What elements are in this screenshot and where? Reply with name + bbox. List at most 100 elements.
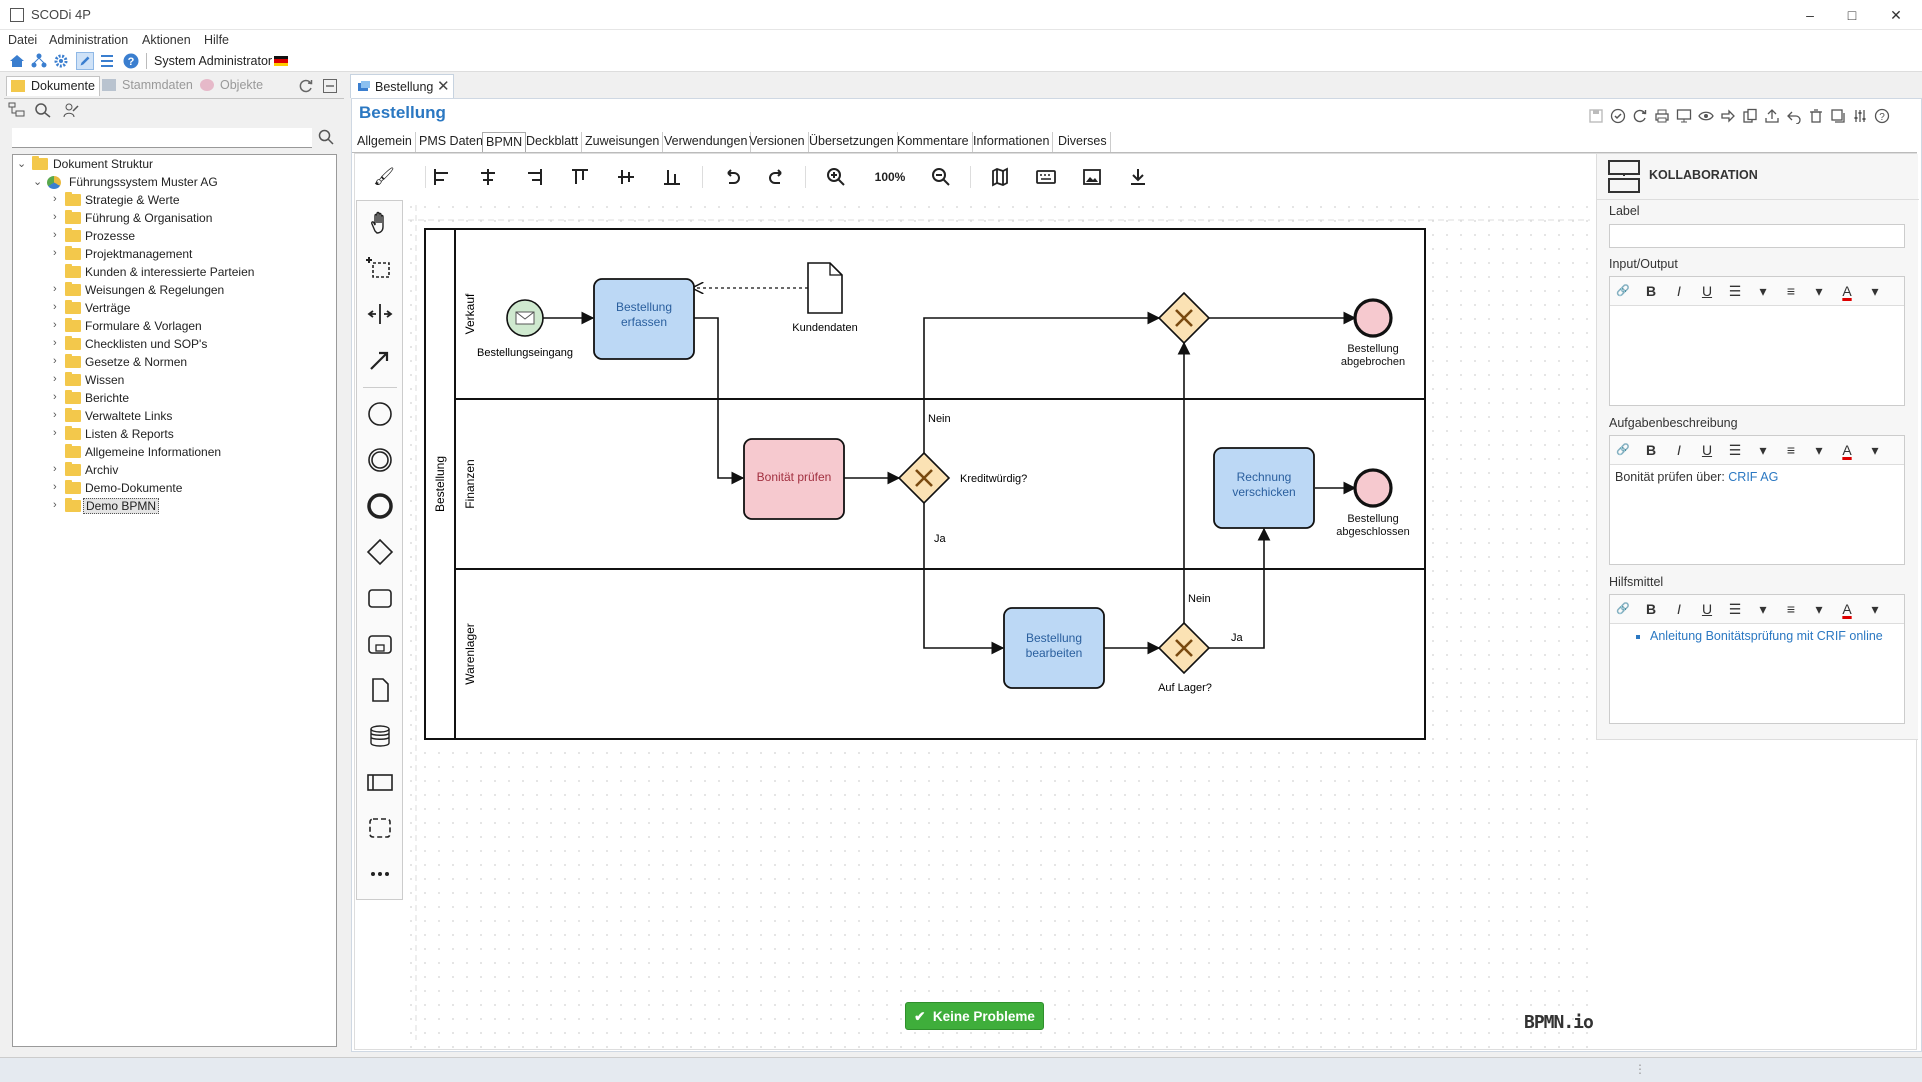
chevron-right-icon[interactable]: ›	[53, 319, 63, 331]
align-left-icon[interactable]	[428, 164, 456, 190]
bpmn-io-logo[interactable]: BPMN.io	[1524, 1012, 1594, 1033]
gateway-icon[interactable]	[365, 537, 395, 567]
align-top-icon[interactable]	[566, 164, 594, 190]
chevron-down-icon[interactable]: ▾	[1808, 599, 1830, 619]
menu-datei[interactable]: Datei	[8, 33, 37, 47]
tree-item[interactable]: › Demo BPMN	[13, 497, 333, 515]
chevron-right-icon[interactable]: ›	[53, 391, 63, 403]
zoom-in-icon[interactable]	[822, 164, 850, 190]
italic-button[interactable]: I	[1668, 440, 1690, 460]
align-right-icon[interactable]	[520, 164, 548, 190]
chevron-down-icon[interactable]: ▾	[1864, 599, 1886, 619]
tree-item[interactable]: › Gesetze & Normen	[13, 353, 333, 371]
tree-item[interactable]: › Checklisten und SOP's	[13, 335, 333, 353]
tree-item[interactable]: › Strategie & Werte	[13, 191, 333, 209]
tree-item[interactable]: › Berichte	[13, 389, 333, 407]
tree-item[interactable]: › Prozesse	[13, 227, 333, 245]
underline-button[interactable]: U	[1696, 281, 1718, 301]
tree-item[interactable]: › Demo-Dokumente	[13, 479, 333, 497]
bold-button[interactable]: B	[1640, 440, 1662, 460]
help-circle-icon[interactable]: ?	[1874, 108, 1890, 124]
label-input[interactable]	[1609, 224, 1905, 248]
minimap-icon[interactable]	[986, 164, 1014, 190]
forward-icon[interactable]	[1720, 108, 1736, 124]
sync-icon[interactable]	[1632, 108, 1648, 124]
pool-icon[interactable]	[365, 767, 395, 797]
chevron-down-icon[interactable]: ▾	[1864, 440, 1886, 460]
refresh-icon[interactable]	[298, 78, 314, 94]
chevron-right-icon[interactable]: ›	[53, 301, 63, 313]
search-icon[interactable]	[318, 129, 334, 145]
crif-link[interactable]: CRIF AG	[1728, 470, 1778, 484]
ordered-list-icon[interactable]: ☰	[1724, 440, 1746, 460]
link-icon[interactable]: 🔗	[1612, 599, 1634, 619]
connect-tool-icon[interactable]	[365, 345, 395, 375]
text-color-icon[interactable]: A	[1836, 281, 1858, 301]
underline-button[interactable]: U	[1696, 599, 1718, 619]
input-output-editor[interactable]: 🔗 B I U ☰ ▾ ≡ ▾ A ▾	[1609, 276, 1905, 406]
validation-status-button[interactable]: ✔ Keine Probleme	[905, 1002, 1044, 1030]
tree-item[interactable]: › Wissen	[13, 371, 333, 389]
chevron-down-icon[interactable]: ▾	[1808, 440, 1830, 460]
link-icon[interactable]: 🔗	[1612, 440, 1634, 460]
hilfsmittel-link[interactable]: Anleitung Bonitätsprüfung mit CRIF onlin…	[1650, 629, 1904, 643]
chevron-down-icon[interactable]: ▾	[1864, 281, 1886, 301]
hilfsmittel-editor[interactable]: 🔗 BIU ☰ ▾ ≡ ▾ A ▾ Anleitung Bonitätsprüfung mit…	[1609, 594, 1905, 724]
aufgaben-editor[interactable]: 🔗 B I U ☰ ▾ ≡ ▾ A ▾ Bonität prüfen über: CRIF AG	[1609, 435, 1905, 565]
close-window-button[interactable]: ✕	[1876, 4, 1916, 26]
chevron-down-icon[interactable]: ▾	[1808, 281, 1830, 301]
tree-item[interactable]: Kunden & interessierte Parteien	[13, 263, 333, 281]
text-color-icon[interactable]: A	[1836, 440, 1858, 460]
tree-system[interactable]: ⌄ Führungssystem Muster AG	[13, 173, 333, 191]
end-event-abgebrochen[interactable]	[1353, 298, 1393, 338]
print-icon[interactable]	[1654, 108, 1670, 124]
bullet-list-icon[interactable]: ≡	[1780, 599, 1802, 619]
tree-item[interactable]: › Listen & Reports	[13, 425, 333, 443]
image-export-icon[interactable]	[1078, 164, 1106, 190]
download-icon[interactable]	[1124, 164, 1152, 190]
data-store-icon[interactable]	[365, 721, 395, 751]
tree-item[interactable]: › Projektmanagement	[13, 245, 333, 263]
sliders-icon[interactable]	[1852, 108, 1868, 124]
maximize-button[interactable]: □	[1832, 4, 1872, 26]
resize-grip-icon[interactable]: ⋮	[1634, 1062, 1646, 1076]
save-icon[interactable]	[1588, 108, 1604, 124]
data-object-icon[interactable]	[365, 675, 395, 705]
chevron-right-icon[interactable]: ›	[53, 409, 63, 421]
tree-item[interactable]: › Weisungen & Regelungen	[13, 281, 333, 299]
tab-uebersetzungen[interactable]: Übersetzungen	[806, 132, 898, 152]
revert-icon[interactable]	[1786, 108, 1802, 124]
chevron-right-icon[interactable]: ›	[53, 193, 63, 205]
align-middle-icon[interactable]	[612, 164, 640, 190]
chevron-right-icon[interactable]: ›	[53, 283, 63, 295]
chevron-right-icon[interactable]: ›	[53, 247, 63, 259]
list-icon[interactable]	[98, 52, 116, 70]
menu-administration[interactable]: Administration	[49, 33, 128, 47]
diagram-canvas[interactable]: Bestellung Verkauf Finanzen Warenlager B…	[404, 200, 1594, 1048]
delete-icon[interactable]	[1808, 108, 1824, 124]
undo-icon[interactable]	[718, 164, 746, 190]
bold-button[interactable]: B	[1640, 599, 1662, 619]
help-icon[interactable]: ?	[122, 52, 140, 70]
text-color-icon[interactable]: A	[1836, 599, 1858, 619]
keyboard-icon[interactable]	[1032, 164, 1060, 190]
italic-button[interactable]: I	[1668, 599, 1690, 619]
chevron-down-icon[interactable]: ▾	[1752, 599, 1774, 619]
minimize-button[interactable]: –	[1790, 4, 1830, 26]
settings-icon[interactable]	[52, 52, 70, 70]
tab-bpmn[interactable]: BPMN	[482, 132, 527, 152]
align-center-icon[interactable]	[474, 164, 502, 190]
ordered-list-icon[interactable]: ☰	[1724, 281, 1746, 301]
tab-diverses[interactable]: Diverses	[1055, 132, 1111, 152]
tab-pms-daten[interactable]: PMS Daten	[416, 132, 487, 152]
chevron-right-icon[interactable]: ›	[53, 229, 63, 241]
italic-button[interactable]: I	[1668, 281, 1690, 301]
tab-stammdaten[interactable]: Stammdaten	[98, 76, 197, 96]
subprocess-icon[interactable]	[365, 629, 395, 659]
collapse-panel-icon[interactable]	[322, 78, 338, 94]
chevron-down-icon[interactable]: ⌄	[17, 157, 27, 170]
menu-hilfe[interactable]: Hilfe	[204, 33, 229, 47]
menu-aktionen[interactable]: Aktionen	[142, 33, 191, 47]
redo-icon[interactable]	[763, 164, 791, 190]
tree-root[interactable]: ⌄ Dokument Struktur	[13, 155, 333, 173]
